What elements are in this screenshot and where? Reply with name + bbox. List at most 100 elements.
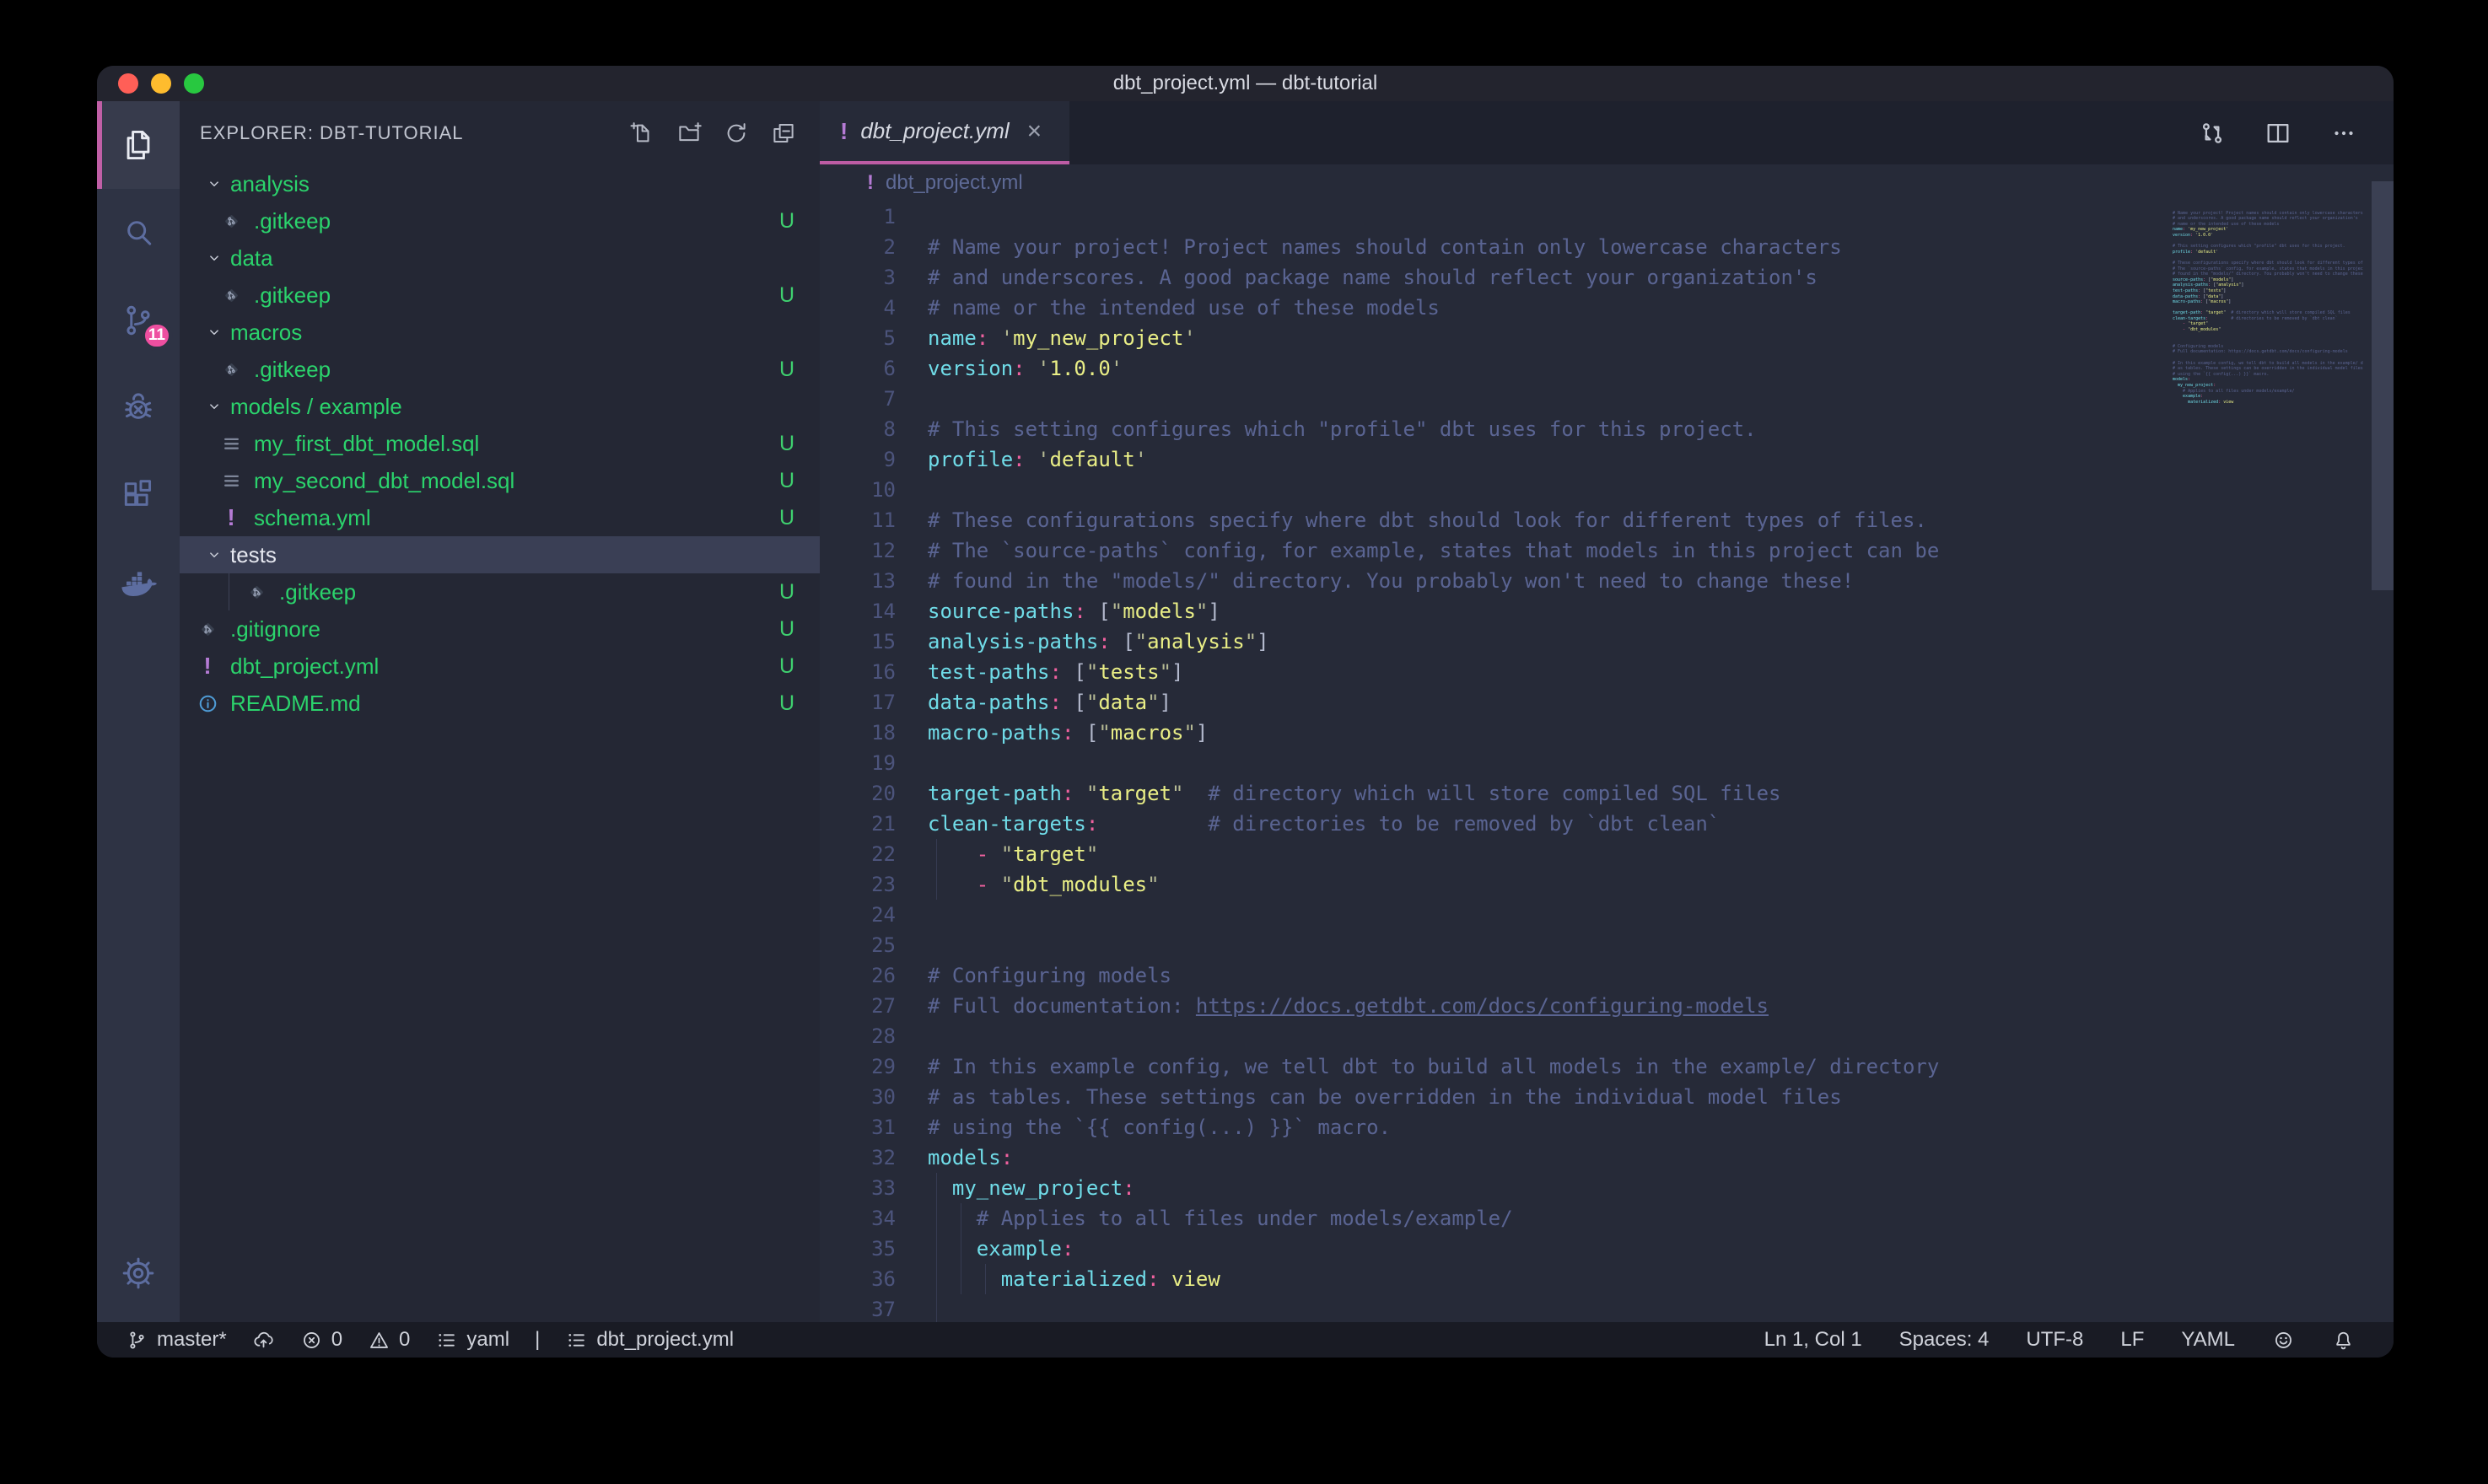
branch-icon — [126, 1329, 148, 1352]
activity-item-run-debug[interactable] — [97, 364, 180, 452]
tree-folder-data[interactable]: data — [180, 239, 820, 277]
activity-item-explorer[interactable] — [97, 101, 180, 189]
activity-item-search[interactable] — [97, 189, 180, 277]
code-line[interactable]: 4# name or the intended use of these mod… — [820, 293, 2394, 323]
code-line[interactable]: 21clean-targets: # directories to be rem… — [820, 809, 2394, 839]
status-indentation[interactable]: Spaces: 4 — [1899, 1328, 1990, 1352]
new-file-button[interactable] — [629, 121, 654, 146]
status-cursor-position[interactable]: Ln 1, Col 1 — [1764, 1328, 1862, 1352]
code-line[interactable]: 28 — [820, 1021, 2394, 1051]
code-line[interactable]: 20target-path: "target" # directory whic… — [820, 778, 2394, 809]
close-tab-icon[interactable]: × — [1027, 117, 1042, 146]
code-line[interactable]: 13# found in the "models/" directory. Yo… — [820, 566, 2394, 596]
status-feedback[interactable] — [2272, 1329, 2295, 1352]
status-encoding[interactable]: UTF-8 — [2026, 1328, 2083, 1352]
close-window-button[interactable] — [118, 73, 138, 94]
minimap-line — [2173, 239, 2363, 245]
code-line[interactable]: 17data-paths: ["data"] — [820, 687, 2394, 718]
status-errors[interactable]: 0 — [300, 1328, 342, 1352]
code-line[interactable]: 33 my_new_project: — [820, 1173, 2394, 1203]
code-line[interactable]: 32models: — [820, 1143, 2394, 1173]
status-encoding-label: UTF-8 — [2026, 1328, 2083, 1352]
code-line[interactable]: 14source-paths: ["models"] — [820, 596, 2394, 626]
minimize-window-button[interactable] — [151, 73, 171, 94]
code-line[interactable]: 10 — [820, 475, 2394, 505]
code-line[interactable]: 3# and underscores. A good package name … — [820, 262, 2394, 293]
minimap-line — [2173, 255, 2363, 261]
code-line[interactable]: 31# using the `{{ config(...) }}` macro. — [820, 1112, 2394, 1143]
code-line[interactable]: 35 example: — [820, 1234, 2394, 1264]
split-editor-button[interactable] — [2264, 119, 2292, 148]
tree-file-dbt-project-yml[interactable]: !dbt_project.ymlU — [180, 648, 820, 685]
code-line[interactable]: 23 - "dbt_modules" — [820, 869, 2394, 900]
tree-folder-analysis[interactable]: analysis — [180, 165, 820, 202]
status-publish-changes[interactable] — [252, 1329, 275, 1352]
tree-folder-models-example[interactable]: models / example — [180, 388, 820, 425]
code-line[interactable]: 2# Name your project! Project names shou… — [820, 232, 2394, 262]
status-warnings[interactable]: 0 — [368, 1328, 410, 1352]
code-line[interactable]: 37 — [820, 1294, 2394, 1322]
code-line[interactable]: 34 # Applies to all files under models/e… — [820, 1203, 2394, 1234]
code-line[interactable]: 22 - "target" — [820, 839, 2394, 869]
code-line[interactable]: 8# This setting configures which "profil… — [820, 414, 2394, 444]
tree-file-my-second-dbt-model-sql[interactable]: my_second_dbt_model.sqlU — [180, 462, 820, 499]
activity-item-settings[interactable] — [97, 1229, 180, 1317]
code-line[interactable]: 15analysis-paths: ["analysis"] — [820, 626, 2394, 657]
activity-item-extensions[interactable] — [97, 452, 180, 540]
code-editor[interactable]: 12# Name your project! Project names sho… — [820, 202, 2394, 1322]
tree-file--gitkeep[interactable]: .gitkeepU — [180, 277, 820, 314]
tree-file-my-first-dbt-model-sql[interactable]: my_first_dbt_model.sqlU — [180, 425, 820, 462]
code-line[interactable]: 27# Full documentation: https://docs.get… — [820, 991, 2394, 1021]
minimap[interactable]: # Name your project! Project names shoul… — [2173, 205, 2363, 411]
status-git-branch[interactable]: master* — [126, 1328, 227, 1352]
tree-folder-tests[interactable]: tests — [180, 536, 820, 573]
code-line[interactable]: 18macro-paths: ["macros"] — [820, 718, 2394, 748]
code-line[interactable]: 24 — [820, 900, 2394, 930]
tree-folder-macros[interactable]: macros — [180, 314, 820, 351]
tab-dbt-project-yml[interactable]: ! dbt_project.yml × — [820, 101, 1069, 164]
code-token: version — [928, 357, 1013, 380]
status-linter-file[interactable]: dbt_project.yml — [565, 1328, 734, 1352]
collapse-folders-button[interactable] — [771, 121, 796, 146]
code-line[interactable]: 19 — [820, 748, 2394, 778]
tree-file-schema-yml[interactable]: !schema.ymlU — [180, 499, 820, 536]
code-line[interactable]: 12# The `source-paths` config, for examp… — [820, 535, 2394, 566]
editor-scrollbar[interactable] — [2372, 181, 2394, 590]
open-changes-button[interactable] — [2198, 119, 2227, 148]
code-line[interactable]: 36 materialized: view — [820, 1264, 2394, 1294]
code-line[interactable]: 16test-paths: ["tests"] — [820, 657, 2394, 687]
code-line[interactable]: 9profile: 'default' — [820, 444, 2394, 475]
breadcrumb-item[interactable]: dbt_project.yml — [886, 171, 1023, 195]
code-line[interactable]: 5name: 'my_new_project' — [820, 323, 2394, 353]
code-line[interactable]: 6version: '1.0.0' — [820, 353, 2394, 384]
tree-file--gitkeep[interactable]: .gitkeepU — [180, 351, 820, 388]
refresh-explorer-button[interactable] — [724, 121, 749, 146]
status-eol[interactable]: LF — [2120, 1328, 2144, 1352]
code-token: profile — [928, 448, 1013, 471]
code-line[interactable]: 29# In this example config, we tell dbt … — [820, 1051, 2394, 1082]
code-line[interactable]: 1 — [820, 202, 2394, 232]
code-line[interactable]: 25 — [820, 930, 2394, 960]
status-linter-language[interactable]: yaml — [435, 1328, 509, 1352]
doc-link[interactable]: https://docs.getdbt.com/docs/configuring… — [1196, 994, 1769, 1018]
status-language-mode[interactable]: YAML — [2181, 1328, 2235, 1352]
tree-file-readme-md[interactable]: README.mdU — [180, 685, 820, 722]
tree-file--gitkeep[interactable]: .gitkeepU — [180, 202, 820, 239]
status-linter-file-label: dbt_project.yml — [596, 1328, 734, 1352]
code-token: my_new_project — [1013, 326, 1183, 350]
new-folder-button[interactable] — [676, 121, 702, 146]
status-notifications[interactable] — [2332, 1329, 2355, 1352]
activity-item-docker[interactable] — [97, 540, 180, 627]
tree-file--gitignore[interactable]: .gitignoreU — [180, 610, 820, 648]
zoom-window-button[interactable] — [184, 73, 204, 94]
code-line[interactable]: 11# These configurations specify where d… — [820, 505, 2394, 535]
code-line[interactable]: 30# as tables. These settings can be ove… — [820, 1082, 2394, 1112]
code-token: " — [1086, 660, 1098, 684]
tree-file--gitkeep[interactable]: .gitkeepU — [180, 573, 820, 610]
more-actions-button[interactable] — [2329, 119, 2358, 148]
code-line[interactable]: 26# Configuring models — [820, 960, 2394, 991]
minimap-line: test-paths: ["tests"] — [2173, 288, 2363, 294]
activity-item-source-control[interactable]: 11 — [97, 277, 180, 364]
code-line[interactable]: 7 — [820, 384, 2394, 414]
code-line-text: clean-targets: # directories to be remov… — [928, 809, 1720, 839]
